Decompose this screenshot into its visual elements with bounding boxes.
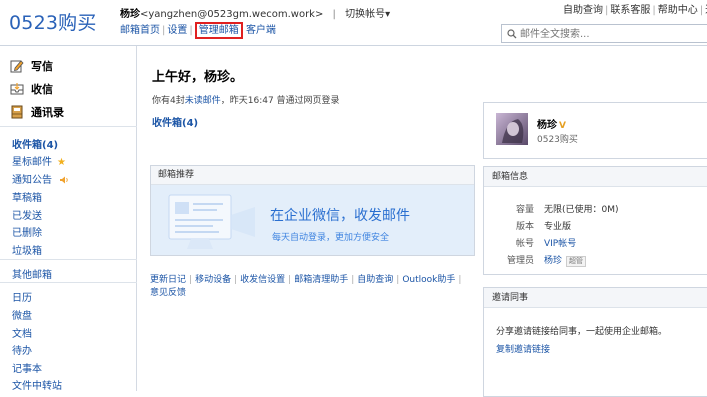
manage-mailbox-link[interactable]: 管理邮箱 bbox=[194, 22, 243, 39]
sidebar-item-calendar[interactable]: 日历 bbox=[12, 289, 32, 304]
wecom-banner[interactable]: 在企业微信，收发邮件 每天自动登录，更加方便安全 bbox=[151, 185, 474, 255]
capacity-row: 容量 无限(已使用：0M) bbox=[494, 202, 694, 215]
client-link[interactable]: 客户端 bbox=[246, 25, 276, 36]
invite-text: 分享邀请链接给同事，一起使用企业邮箱。 bbox=[496, 327, 668, 337]
search-box[interactable] bbox=[501, 24, 707, 43]
contacts-label: 通讯录 bbox=[31, 106, 64, 119]
version-label: 版本 bbox=[515, 222, 534, 232]
speaker-icon bbox=[60, 176, 68, 184]
profile-name: 杨珍 V bbox=[537, 116, 566, 131]
header-links: 邮箱首页 | 设置 | 管理邮箱 客户端 bbox=[120, 21, 276, 39]
super-admin-badge: 超管 bbox=[566, 256, 587, 267]
copy-invite-link[interactable]: 复制邀请链接 bbox=[496, 342, 550, 355]
capacity-value: 无限(已使用：0M) bbox=[544, 205, 619, 215]
sidebar-divider bbox=[0, 259, 137, 260]
receive-button[interactable]: 收信 bbox=[10, 81, 53, 97]
top-right-links: 自助查询|联系客服|帮助中心|退 bbox=[563, 1, 707, 16]
invite-card: 邀请同事 分享邀请链接给同事，一起使用企业邮箱。 复制邀请链接 bbox=[483, 287, 707, 397]
avatar[interactable] bbox=[496, 113, 528, 145]
inbox-link[interactable]: 收件箱(4) bbox=[152, 114, 198, 129]
compose-label: 写信 bbox=[31, 60, 53, 73]
changelog-link[interactable]: 更新日记 bbox=[150, 275, 186, 285]
profile-org: 0523购买 bbox=[537, 135, 578, 145]
self-service-link[interactable]: 自助查询 bbox=[357, 275, 393, 285]
contacts-button[interactable]: 通讯录 bbox=[10, 104, 64, 120]
invite-header: 邀请同事 bbox=[484, 288, 707, 308]
contact-support-link[interactable]: 联系客服 bbox=[610, 5, 650, 16]
user-email: <yangzhen@0523gm.wecom.work> bbox=[140, 9, 324, 20]
account-label: 帐号 bbox=[515, 239, 534, 249]
last-login-text: ，昨天16:47 曾通过网页登录 bbox=[220, 96, 340, 106]
unread-summary: 你有4封未读邮件，昨天16:47 曾通过网页登录 bbox=[152, 93, 340, 106]
banner-title: 在企业微信，收发邮件 bbox=[270, 208, 410, 224]
user-name: 杨珍 bbox=[120, 9, 140, 20]
help-center-link[interactable]: 帮助中心 bbox=[658, 5, 698, 16]
admin-name-link[interactable]: 杨珍 bbox=[544, 256, 562, 266]
mailbox-info-card: 邮箱信息 容量 无限(已使用：0M) 版本 专业版 帐号 VIP帐号 管理员 杨珍 超管 bbox=[483, 166, 707, 275]
sidebar-item-spam[interactable]: 垃圾箱 bbox=[12, 242, 42, 257]
sidebar-item-drafts[interactable]: 草稿箱 bbox=[12, 189, 42, 204]
sidebar-item-notices[interactable]: 通知公告 bbox=[12, 171, 69, 186]
sidebar: 写信 收信 通讯录 收件箱(4) 星标邮件 ★ 通知公告 草稿箱 已发送 已删除 … bbox=[0, 46, 137, 392]
greeting: 上午好，杨珍。 bbox=[152, 70, 244, 85]
send-receive-settings-link[interactable]: 收发信设置 bbox=[240, 275, 285, 285]
star-icon: ★ bbox=[57, 157, 66, 168]
unread-mail-link[interactable]: 未读邮件 bbox=[185, 96, 221, 106]
cleanup-assistant-link[interactable]: 邮箱清理助手 bbox=[294, 275, 348, 285]
unread-prefix: 你有4封 bbox=[152, 96, 185, 106]
receive-label: 收信 bbox=[31, 83, 53, 96]
settings-link[interactable]: 设置 bbox=[167, 25, 187, 36]
sidebar-divider bbox=[0, 282, 137, 283]
sidebar-item-todo[interactable]: 待办 bbox=[12, 342, 32, 357]
sidebar-item-deleted[interactable]: 已删除 bbox=[12, 224, 42, 239]
profile-name-text: 杨珍 bbox=[537, 120, 557, 131]
version-value: 专业版 bbox=[544, 222, 572, 232]
recommend-panel: 邮箱推荐 在企业微信，收发邮件 每天自动登录，更加方便安全 bbox=[150, 165, 475, 256]
sidebar-item-weiban[interactable]: 微盘 bbox=[12, 307, 32, 322]
sidebar-item-label: 通知公告 bbox=[12, 175, 52, 186]
sidebar-item-label: 星标邮件 bbox=[12, 157, 52, 168]
address-book-icon bbox=[11, 105, 23, 119]
sidebar-item-file-transfer[interactable]: 文件中转站 bbox=[12, 377, 62, 392]
user-account-line: 杨珍<yangzhen@0523gm.wecom.work> | 切换帐号▾ bbox=[120, 5, 390, 20]
self-service-link[interactable]: 自助查询 bbox=[563, 5, 603, 16]
mailbox-home-link[interactable]: 邮箱首页 bbox=[120, 25, 160, 36]
search-icon bbox=[507, 29, 517, 39]
main-content: 上午好，杨珍。 你有4封未读邮件，昨天16:47 曾通过网页登录 收件箱(4) … bbox=[138, 46, 707, 397]
inbox-icon bbox=[10, 83, 24, 95]
version-row: 版本 专业版 bbox=[494, 219, 694, 232]
feedback-link[interactable]: 意见反馈 bbox=[150, 288, 186, 298]
account-row: 帐号 VIP帐号 bbox=[494, 236, 694, 249]
banner-subtitle: 每天自动登录，更加方便安全 bbox=[272, 233, 390, 243]
sidebar-divider bbox=[0, 126, 137, 127]
top-header: 0523购买 杨珍<yangzhen@0523gm.wecom.work> | … bbox=[0, 0, 707, 45]
vip-icon: V bbox=[559, 121, 566, 131]
sidebar-item-other-mailboxes[interactable]: 其他邮箱 bbox=[12, 266, 52, 281]
capacity-label: 容量 bbox=[515, 205, 534, 215]
logo[interactable]: 0523购买 bbox=[9, 8, 97, 35]
switch-account-link[interactable]: 切换帐号▾ bbox=[345, 9, 390, 20]
search-input[interactable] bbox=[520, 27, 700, 41]
mobile-devices-link[interactable]: 移动设备 bbox=[195, 275, 231, 285]
recommend-header: 邮箱推荐 bbox=[151, 166, 474, 185]
account-type-link[interactable]: VIP帐号 bbox=[544, 239, 576, 249]
compose-button[interactable]: 写信 bbox=[10, 58, 53, 74]
mailbox-info-header: 邮箱信息 bbox=[484, 167, 707, 187]
outlook-assistant-link[interactable]: Outlook助手 bbox=[402, 275, 455, 285]
sidebar-item-docs[interactable]: 文档 bbox=[12, 325, 32, 340]
profile-card: 杨珍 V 0523购买 bbox=[483, 102, 707, 159]
sidebar-item-inbox[interactable]: 收件箱(4) bbox=[12, 136, 58, 151]
sidebar-item-notes[interactable]: 记事本 bbox=[12, 360, 42, 375]
admin-label: 管理员 bbox=[506, 256, 534, 266]
separator: | bbox=[332, 9, 336, 20]
footer-links: 更新日记 | 移动设备 | 收发信设置 | 邮箱清理助手 | 自助查询 | Outlook助手 | 意见… bbox=[150, 275, 462, 298]
sidebar-item-starred[interactable]: 星标邮件 ★ bbox=[12, 153, 66, 168]
sidebar-item-sent[interactable]: 已发送 bbox=[12, 207, 42, 222]
pencil-icon bbox=[10, 60, 24, 73]
admin-row: 管理员 杨珍 超管 bbox=[494, 253, 694, 267]
banner-illustration bbox=[168, 194, 255, 249]
